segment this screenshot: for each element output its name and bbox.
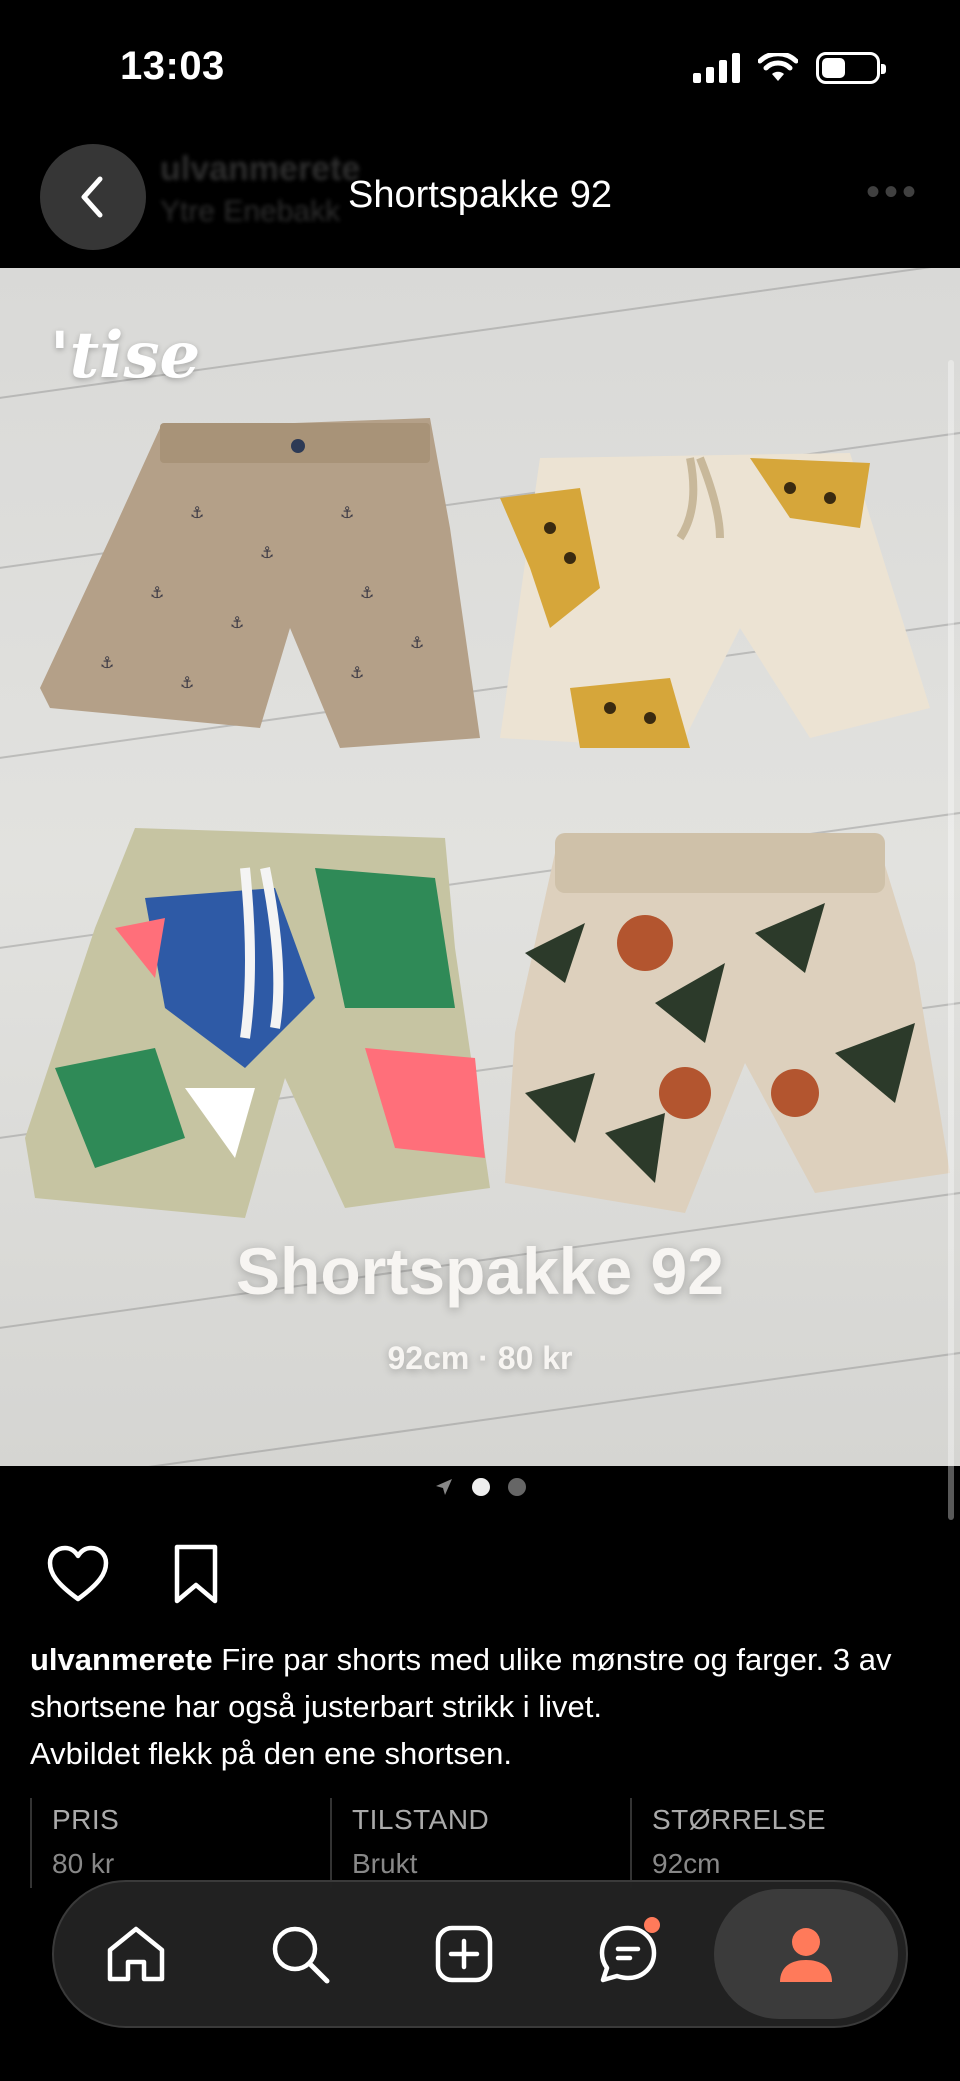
battery-icon: [816, 52, 886, 84]
svg-text:⚓: ⚓: [180, 675, 194, 692]
post-actions: [44, 1540, 230, 1608]
cellular-signal-icon: [693, 53, 740, 83]
info-value: 80 kr: [52, 1848, 115, 1879]
location-arrow-icon: [436, 1479, 452, 1495]
svg-text:⚓: ⚓: [100, 655, 114, 672]
notification-dot: [644, 1917, 660, 1933]
description-username[interactable]: ulvanmerete: [30, 1642, 213, 1677]
shorts-cream-leopard: [500, 453, 930, 748]
pager-dot-2[interactable]: [508, 1478, 526, 1496]
nav-search[interactable]: [218, 1889, 382, 2019]
status-icons: [693, 52, 886, 84]
scrollbar[interactable]: [948, 360, 954, 1520]
page-title: Shortspakke 92: [347, 174, 613, 216]
status-bar: 13:03: [0, 0, 960, 140]
shorts-khaki-anchor: ⚓ ⚓ ⚓ ⚓ ⚓ ⚓ ⚓ ⚓ ⚓ ⚓: [40, 418, 480, 748]
info-size: STØRRELSE 92cm: [630, 1798, 930, 1888]
svg-text:⚓: ⚓: [340, 505, 354, 522]
info-price: PRIS 80 kr: [30, 1798, 330, 1888]
post-description: ulvanmerete Fire par shorts med ulike mø…: [30, 1636, 930, 1777]
status-time: 13:03: [120, 44, 225, 88]
svg-text:⚓: ⚓: [410, 635, 424, 652]
info-label: PRIS: [52, 1804, 120, 1835]
info-value: 92cm: [652, 1848, 721, 1879]
pager-dot-1[interactable]: [472, 1478, 490, 1496]
svg-text:⚓: ⚓: [260, 545, 274, 562]
like-button[interactable]: [44, 1540, 112, 1608]
nav-messages[interactable]: [546, 1889, 710, 2019]
image-pager[interactable]: [0, 1472, 960, 1502]
svg-text:⚓: ⚓: [230, 615, 244, 632]
wifi-icon: [758, 53, 798, 81]
header: ulvanmerete Ytre Enebakk ••• Shortspakke…: [0, 130, 960, 270]
home-icon: [107, 1926, 165, 1982]
info-value: Brukt: [352, 1848, 418, 1879]
save-button[interactable]: [162, 1540, 230, 1608]
photo-overlay-subtitle: 92cm · 80 kr: [387, 1340, 573, 1376]
info-condition: TILSTAND Brukt: [330, 1798, 630, 1888]
tise-watermark: 'tise: [50, 318, 201, 393]
nav-home[interactable]: [54, 1889, 218, 2019]
svg-text:⚓: ⚓: [350, 665, 364, 682]
nav-profile[interactable]: [714, 1889, 898, 2019]
shorts-camo: [25, 828, 490, 1218]
photo-overlay-title: Shortspakke 92: [236, 1234, 724, 1308]
nav-sell[interactable]: [382, 1889, 546, 2019]
bookmark-icon: [174, 1544, 218, 1604]
svg-text:⚓: ⚓: [360, 585, 374, 602]
search-icon: [272, 1926, 330, 1984]
shorts-beige-lion: [505, 833, 950, 1213]
product-info-grid: PRIS 80 kr TILSTAND Brukt STØRRELSE 92cm: [30, 1798, 930, 1888]
add-icon: [435, 1925, 493, 1983]
svg-text:⚓: ⚓: [150, 585, 164, 602]
heart-icon: [47, 1545, 109, 1602]
product-photo[interactable]: 'tise ⚓ ⚓ ⚓ ⚓ ⚓ ⚓ ⚓ ⚓ ⚓ ⚓ Shortspakke 92…: [0, 268, 960, 1466]
info-label: STØRRELSE: [652, 1804, 827, 1835]
bottom-nav: [52, 1880, 908, 2028]
info-label: TILSTAND: [352, 1804, 490, 1835]
svg-text:⚓: ⚓: [190, 505, 204, 522]
profile-icon: [780, 1928, 832, 1982]
description-text-line2: Avbildet flekk på den ene shortsen.: [30, 1736, 512, 1771]
